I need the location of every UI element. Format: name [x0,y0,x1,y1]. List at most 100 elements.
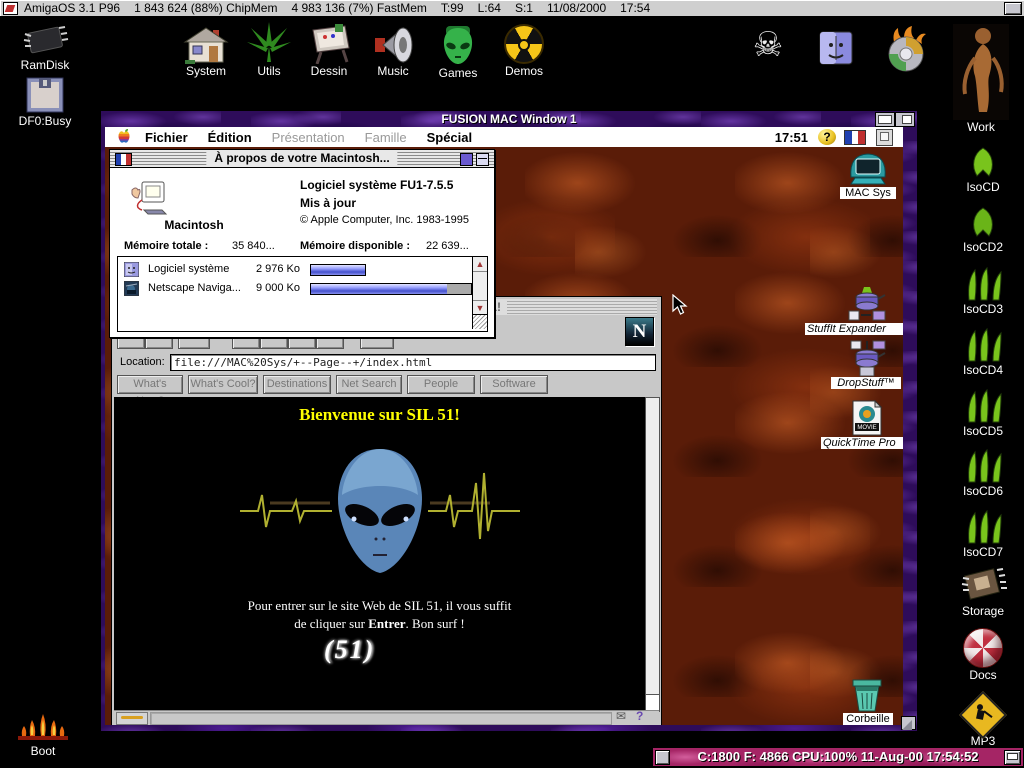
menu-special[interactable]: Spécial [427,130,473,145]
icon-isocd7[interactable]: IsoCD7 [952,509,1014,559]
icon-isocd5[interactable]: IsoCD5 [952,388,1014,438]
mac-icon-stuffit[interactable] [845,285,889,323]
memory-bar [311,265,365,275]
process-list: Logiciel système 2 976 Ko Netscape Navig… [117,256,488,332]
icon-isocd3[interactable]: IsoCD3 [952,266,1014,316]
close-flag-icon[interactable] [115,153,132,166]
icon-mp3[interactable]: MP3 [952,692,1014,748]
icon-utils[interactable]: Utils [240,22,298,78]
roadworks-sign-icon [959,691,1007,739]
icon-music[interactable]: Music [364,26,422,78]
date: 11/08/2000 [547,1,606,15]
page-text-line1: Pour entrer sur le site Web de SIL 51, i… [114,597,645,615]
icon-system[interactable]: System [175,26,237,78]
os-version: AmigaOS 3.1 P96 [24,1,120,15]
menu-fichier[interactable]: Fichier [145,130,188,145]
mac-icon-dropstuff[interactable] [841,339,893,377]
application-menu-icon[interactable] [876,129,893,146]
location-input[interactable]: file:///MAC%20Sys/+--Page--+/index.html [170,354,656,371]
net-search-button[interactable]: Net Search [336,375,402,394]
icon-label: Dessin [300,64,358,78]
vertical-scrollbar[interactable] [645,397,660,695]
help-icon[interactable]: ? [818,129,836,145]
fusion-titlebar[interactable]: FUSION MAC Window 1 [101,111,917,127]
window-resize-gadget[interactable] [901,716,916,730]
icon-work[interactable]: Work [948,24,1014,134]
menu-famille[interactable]: Famille [365,130,407,145]
dropstuff-vise-icon [847,339,887,377]
menu-edition[interactable]: Édition [208,130,252,145]
icon-dessin[interactable]: Dessin [300,24,358,78]
collapse-gadget[interactable] [476,153,489,166]
statusbar-gadget-left[interactable] [655,750,670,765]
whats-cool-button[interactable]: What's Cool? [188,375,258,394]
chipmem: 1 843 624 (88%) ChipMem [134,1,277,15]
mem-total-value: 35 840... [232,240,275,252]
radiation-icon [504,24,544,64]
amiga-titlebar[interactable]: AmigaOS 3.1 P96 1 843 624 (88%) ChipMem … [0,0,1024,17]
netscape-logo-icon[interactable]: N [625,317,654,346]
list-scrollbar[interactable]: ▲ ▼ [472,257,487,329]
icon-isocd1[interactable]: IsoCD [952,146,1014,194]
system-monitor-bar: C:1800 F: 4866 CPU:100% 11-Aug-00 17:54:… [652,747,1024,767]
whats-new-button[interactable]: What's New? [117,375,183,394]
scroll-down-arrow[interactable]: ▼ [473,300,487,315]
keyboard-flag-icon[interactable] [844,130,866,145]
icon-label: IsoCD7 [952,545,1014,559]
alien-head-icon [438,24,478,66]
alien-claw-icon [961,388,1005,424]
icon-label: Utils [240,64,298,78]
people-button[interactable]: People [407,375,475,394]
statusbar-text: C:1800 F: 4866 CPU:100% 11-Aug-00 17:54:… [697,749,978,764]
netscape-statusbar: ✉ ? [114,710,659,725]
burning-cd-icon[interactable] [882,26,928,72]
mac-icon-sys[interactable]: MAC Sys [835,151,901,199]
zoom-gadget[interactable] [460,153,473,166]
macos-finder-icon[interactable] [818,30,854,66]
icon-boot[interactable]: Boot [8,712,78,758]
icon-label: IsoCD2 [952,240,1014,254]
mem-avail-label: Mémoire disponible : [300,240,410,252]
destinations-button[interactable]: Destinations [263,375,331,394]
flame-crown-icon [16,712,70,744]
icon-games[interactable]: Games [430,24,486,80]
mac-icon-quicktime[interactable]: MOVIE [847,399,887,437]
imac-icon [847,151,889,187]
window-depth-gadget[interactable] [895,112,915,127]
icon-demos[interactable]: Demos [496,24,552,78]
mac-icon-label: StuffIt Expander [805,323,903,335]
icon-docs[interactable]: Docs [952,628,1014,682]
process-row: Logiciel système 2 976 Ko [124,262,464,278]
mac-menubar: Fichier Édition Présentation Famille Spé… [105,127,903,148]
statusbar-depth-gadget[interactable] [1004,750,1021,765]
software-button[interactable]: Software [480,375,548,394]
window-zoom-gadget[interactable] [875,112,895,127]
menu-presentation[interactable]: Présentation [272,130,345,145]
amiga-logo-icon [3,2,18,15]
skull-icon[interactable]: ☠ [750,26,786,64]
guide-icon[interactable]: ? [636,709,643,723]
netscape-mini-icon [124,281,139,296]
icon-isocd2[interactable]: IsoCD2 [952,206,1014,254]
entrer-link[interactable]: Entrer [368,616,405,631]
icon-label: RamDisk [10,58,80,72]
process-name: Netscape Naviga... [148,282,241,294]
icon-isocd6[interactable]: IsoCD6 [952,448,1014,498]
apple-menu-icon[interactable] [117,129,131,145]
alien-claw-icon [961,327,1005,363]
icon-isocd4[interactable]: IsoCD4 [952,327,1014,377]
mac-icon-trash[interactable]: Corbeille [843,675,891,725]
icon-label: Games [430,66,486,80]
mail-icon[interactable]: ✉ [616,709,626,723]
scroll-up-arrow[interactable]: ▲ [473,257,487,272]
icon-storage[interactable]: Storage [950,566,1016,618]
icon-df0[interactable]: DF0:Busy [6,76,84,128]
grow-gadget[interactable] [473,314,487,329]
process-size: 9 000 Ko [244,282,300,294]
icon-label: IsoCD6 [952,484,1014,498]
about-titlebar[interactable]: À propos de votre Macintosh... [110,150,494,168]
mac-icon-label: MAC Sys [840,187,896,199]
icon-ramdisk[interactable]: RamDisk [10,24,80,72]
figure-icon [953,24,1009,120]
screen-depth-gadget[interactable] [1004,2,1022,15]
